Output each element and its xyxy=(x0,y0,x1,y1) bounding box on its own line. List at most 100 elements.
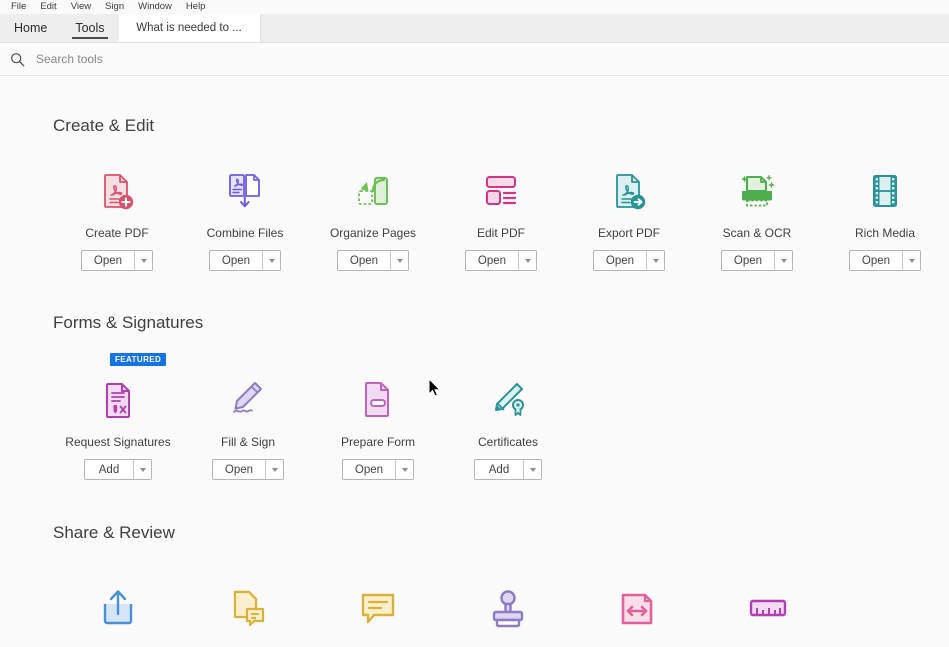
tool-label: Rich Media xyxy=(855,226,915,240)
chevron-down-icon[interactable] xyxy=(646,251,664,270)
menu-item-window[interactable]: Window xyxy=(131,0,179,14)
split-button-label[interactable]: Open xyxy=(850,251,902,270)
share-upload-icon[interactable] xyxy=(95,585,141,635)
tools-content: Create & Edit Create PDF Open xyxy=(0,76,949,646)
tool-measure[interactable]: Measure xyxy=(703,585,833,646)
fill-sign-icon[interactable] xyxy=(225,375,271,425)
tool-grid-share-review: Send for Comments Review xyxy=(53,585,949,646)
open-button-combine-files[interactable]: Open xyxy=(209,250,281,271)
tool-prepare-form[interactable]: Prepare Form Open xyxy=(313,375,443,480)
search-bar xyxy=(0,43,949,76)
open-button-organize-pages[interactable]: Open xyxy=(337,250,409,271)
tool-label: Prepare Form xyxy=(341,435,415,449)
tab-tools[interactable]: Tools xyxy=(61,14,118,42)
tool-rich-media[interactable]: Rich Media Open xyxy=(821,166,949,271)
tool-label: Organize Pages xyxy=(330,226,416,240)
menu-item-file[interactable]: File xyxy=(4,0,33,14)
tool-organize-pages[interactable]: Organize Pages Open xyxy=(309,166,437,271)
chevron-down-icon[interactable] xyxy=(395,460,413,479)
tool-edit-pdf[interactable]: Edit PDF Open xyxy=(437,166,565,271)
split-button-label[interactable]: Open xyxy=(82,251,134,270)
tool-combine-files[interactable]: Combine Files Open xyxy=(181,166,309,271)
open-button-scan-ocr[interactable]: Open xyxy=(721,250,793,271)
edit-pdf-icon[interactable] xyxy=(479,166,523,216)
tool-label: Certificates xyxy=(478,435,538,449)
add-button-certificates[interactable]: Add xyxy=(474,459,542,480)
organize-pages-icon[interactable] xyxy=(351,166,395,216)
tool-scan-ocr[interactable]: Scan & OCR Open xyxy=(693,166,821,271)
chevron-down-icon[interactable] xyxy=(262,251,280,270)
search-input[interactable] xyxy=(34,51,334,67)
split-button-label[interactable]: Open xyxy=(343,460,395,479)
section-title-share-review: Share & Review xyxy=(53,523,949,543)
split-button-label[interactable]: Add xyxy=(85,460,133,479)
split-button-label[interactable]: Open xyxy=(594,251,646,270)
tool-fill-sign[interactable]: Fill & Sign Open xyxy=(183,375,313,480)
split-button-label[interactable]: Open xyxy=(722,251,774,270)
tool-export-pdf[interactable]: Export PDF Open xyxy=(565,166,693,271)
menu-item-edit[interactable]: Edit xyxy=(33,0,63,14)
tab-strip: Home Tools What is needed to ... xyxy=(0,14,949,43)
document-tab[interactable]: What is needed to ... xyxy=(119,14,261,42)
open-button-fill-sign[interactable]: Open xyxy=(212,459,284,480)
chevron-down-icon[interactable] xyxy=(523,460,541,479)
section-title-create-edit: Create & Edit xyxy=(53,116,949,136)
search-icon xyxy=(10,52,25,67)
tool-grid-forms-signatures: FEATURED Request Signatures Add xyxy=(53,375,949,480)
split-button-label[interactable]: Open xyxy=(466,251,518,270)
chevron-down-icon[interactable] xyxy=(265,460,283,479)
split-button-label[interactable]: Open xyxy=(338,251,390,270)
tool-review[interactable]: Review xyxy=(183,585,313,646)
split-button-label[interactable]: Open xyxy=(213,460,265,479)
tool-stamp[interactable]: Stamp xyxy=(443,585,573,646)
tool-grid-create-edit: Create PDF Open Combine Files xyxy=(53,166,949,271)
rich-media-icon[interactable] xyxy=(863,166,907,216)
menu-item-help[interactable]: Help xyxy=(179,0,213,14)
chevron-down-icon[interactable] xyxy=(134,251,152,270)
open-button-create-pdf[interactable]: Open xyxy=(81,250,153,271)
comment-icon[interactable] xyxy=(355,585,401,635)
tool-label: Export PDF xyxy=(598,226,660,240)
featured-badge: FEATURED xyxy=(110,353,166,366)
stamp-icon[interactable] xyxy=(485,585,531,635)
menu-item-sign[interactable]: Sign xyxy=(98,0,131,14)
tool-label: Request Signatures xyxy=(65,435,170,449)
chevron-down-icon[interactable] xyxy=(133,460,151,479)
tool-label: Create PDF xyxy=(85,226,148,240)
tab-home[interactable]: Home xyxy=(0,14,61,42)
tool-send-for-comments[interactable]: Send for Comments xyxy=(53,585,183,646)
tool-label: Fill & Sign xyxy=(221,435,275,449)
compare-files-icon[interactable] xyxy=(615,585,661,635)
add-button-request-signatures[interactable]: Add xyxy=(84,459,152,480)
export-pdf-icon[interactable] xyxy=(607,166,651,216)
section-title-forms-signatures: Forms & Signatures xyxy=(53,313,949,333)
tool-label: Combine Files xyxy=(207,226,284,240)
tool-request-signatures[interactable]: FEATURED Request Signatures Add xyxy=(53,375,183,480)
request-signatures-icon[interactable]: FEATURED xyxy=(97,375,139,425)
tool-label: Scan & OCR xyxy=(723,226,792,240)
certificates-icon[interactable] xyxy=(485,375,531,425)
chevron-down-icon[interactable] xyxy=(390,251,408,270)
tool-create-pdf[interactable]: Create PDF Open xyxy=(53,166,181,271)
open-button-export-pdf[interactable]: Open xyxy=(593,250,665,271)
open-button-edit-pdf[interactable]: Open xyxy=(465,250,537,271)
tool-comment[interactable]: Comment xyxy=(313,585,443,646)
scan-ocr-icon[interactable] xyxy=(734,166,780,216)
combine-files-icon[interactable] xyxy=(223,166,267,216)
create-pdf-icon[interactable] xyxy=(95,166,139,216)
split-button-label[interactable]: Open xyxy=(210,251,262,270)
chevron-down-icon[interactable] xyxy=(518,251,536,270)
measure-icon[interactable] xyxy=(745,585,791,635)
menu-item-view[interactable]: View xyxy=(64,0,98,14)
tool-compare-files[interactable]: Compare Files xyxy=(573,585,703,646)
open-button-rich-media[interactable]: Open xyxy=(849,250,921,271)
tool-certificates[interactable]: Certificates Add xyxy=(443,375,573,480)
chevron-down-icon[interactable] xyxy=(774,251,792,270)
review-doc-icon[interactable] xyxy=(225,585,271,635)
menu-bar: File Edit View Sign Window Help xyxy=(0,0,949,14)
prepare-form-icon[interactable] xyxy=(356,375,400,425)
open-button-prepare-form[interactable]: Open xyxy=(342,459,414,480)
tool-label: Edit PDF xyxy=(477,226,525,240)
chevron-down-icon[interactable] xyxy=(902,251,920,270)
split-button-label[interactable]: Add xyxy=(475,460,523,479)
